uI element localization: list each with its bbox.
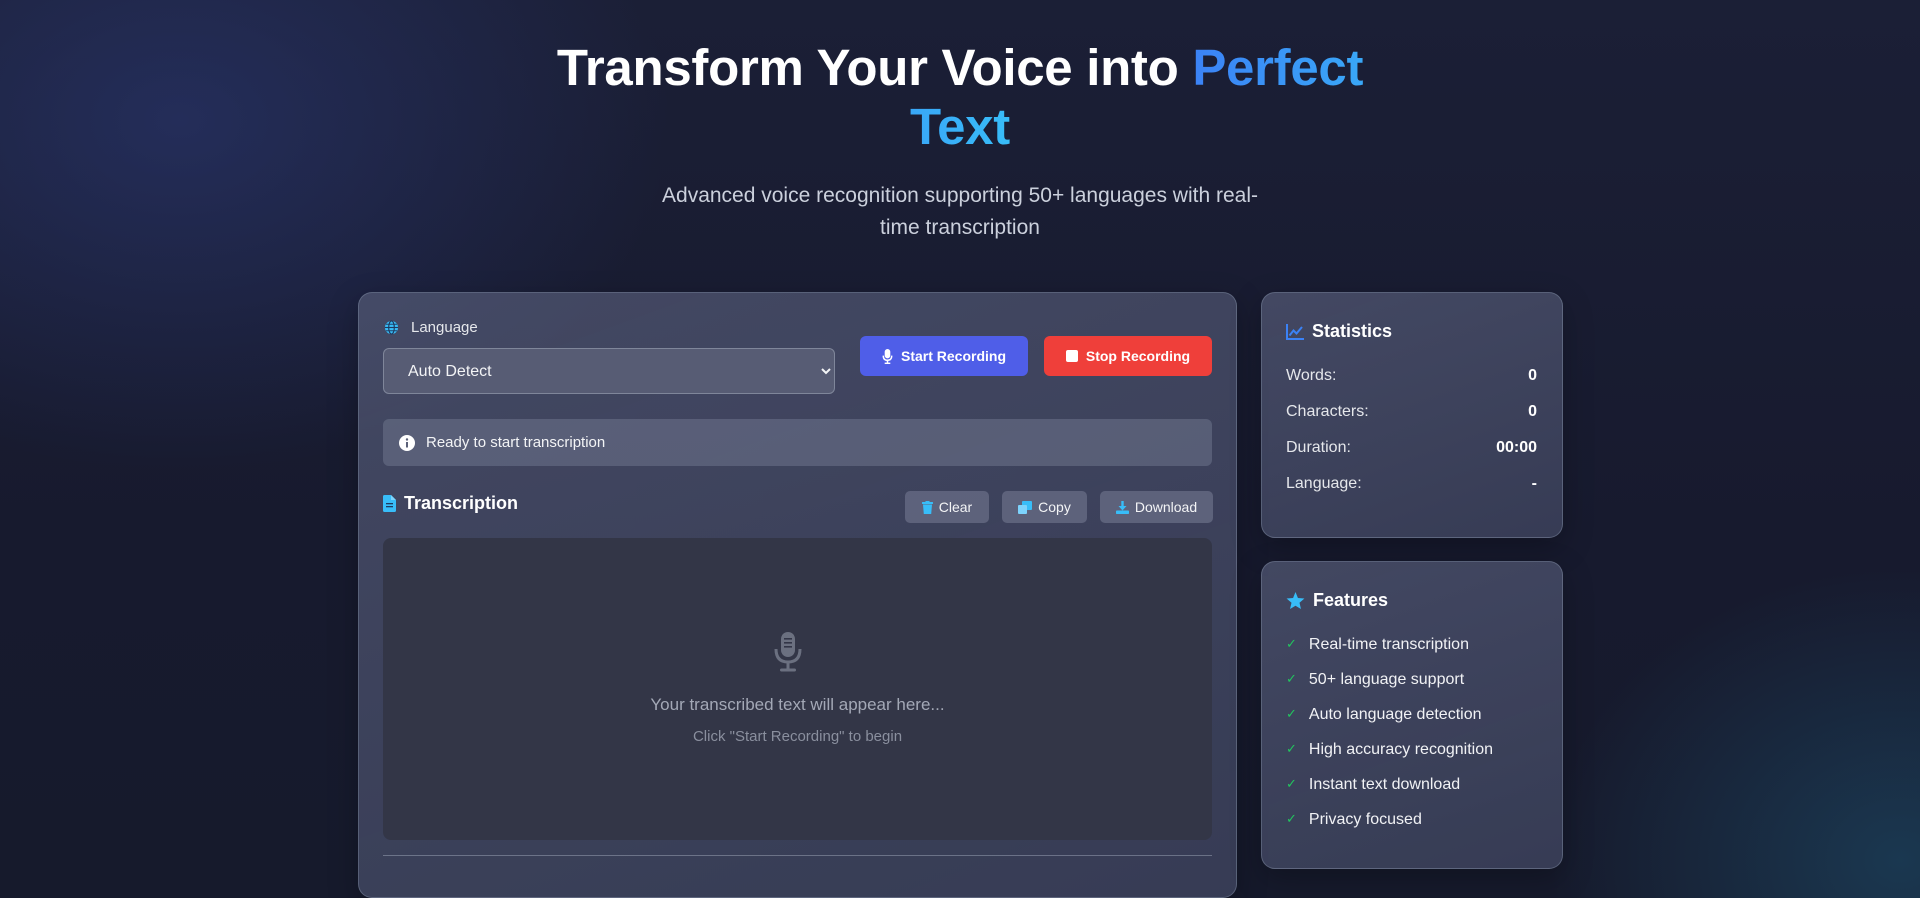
statistics-panel: Statistics Words: 0 Characters: 0 Durati…	[1261, 292, 1563, 538]
download-button[interactable]: Download	[1100, 491, 1213, 523]
feature-item: ✓ Privacy focused	[1286, 811, 1493, 846]
stop-square-icon	[1065, 350, 1078, 362]
stat-value: 0	[1528, 403, 1537, 420]
features-list: ✓ Real-time transcription ✓ 50+ language s…	[1286, 636, 1493, 846]
feature-item: ✓ High accuracy recognition	[1286, 741, 1493, 776]
stat-label: Language:	[1286, 475, 1362, 492]
transcriber-panel: Language Auto Detect Start Recording Sto…	[358, 292, 1237, 898]
status-bar: Ready to start transcription	[383, 419, 1212, 466]
hero-title: Transform Your Voice into Perfect Text	[510, 38, 1410, 156]
trash-icon	[921, 500, 933, 514]
stat-value: -	[1531, 475, 1537, 492]
stat-label: Characters:	[1286, 403, 1369, 420]
status-text: Ready to start transcription	[426, 434, 606, 451]
stat-label: Duration:	[1286, 439, 1351, 456]
stat-duration: Duration: 00:00	[1286, 439, 1537, 457]
star-icon	[1286, 591, 1305, 609]
check-icon: ✓	[1286, 706, 1297, 721]
feature-item: ✓ Real-time transcription	[1286, 636, 1493, 671]
microphone-icon	[882, 348, 893, 364]
feature-label: Instant text download	[1308, 776, 1461, 793]
info-icon	[399, 434, 415, 451]
microphone-icon	[774, 632, 802, 672]
hero-subtitle: Advanced voice recognition supporting 50…	[662, 184, 1258, 239]
stat-characters: Characters: 0	[1286, 403, 1537, 421]
feature-label: Privacy focused	[1308, 811, 1422, 828]
globe-icon	[384, 320, 399, 335]
copy-label: Copy	[1038, 499, 1071, 515]
feature-item: ✓ Instant text download	[1286, 776, 1493, 811]
clear-label: Clear	[938, 499, 973, 515]
feature-label: High accuracy recognition	[1308, 741, 1493, 758]
transcription-title: Transcription	[404, 493, 519, 513]
clear-button[interactable]: Clear	[905, 491, 989, 523]
feature-label: Real-time transcription	[1308, 636, 1469, 653]
features-title: Features	[1313, 590, 1389, 610]
chart-line-icon	[1286, 323, 1304, 340]
feature-label: 50+ language support	[1308, 671, 1465, 688]
features-panel: Features ✓ Real-time transcription ✓ 50+ l…	[1261, 561, 1563, 869]
statistics-title: Statistics	[1312, 321, 1393, 341]
divider	[383, 855, 1212, 856]
feature-item: ✓ 50+ language support	[1286, 671, 1493, 706]
start-recording-button[interactable]: Start Recording	[860, 336, 1028, 376]
feature-label: Auto language detection	[1308, 706, 1482, 723]
language-label: Language	[384, 319, 478, 336]
download-label: Download	[1134, 499, 1198, 515]
check-icon: ✓	[1286, 776, 1297, 791]
transcription-output[interactable]: Your transcribed text will appear here..…	[383, 538, 1212, 840]
copy-icon	[1018, 500, 1033, 514]
stat-label: Words:	[1286, 367, 1337, 384]
placeholder-sub-text: Click "Start Recording" to begin	[692, 728, 903, 745]
stat-value: 0	[1528, 367, 1537, 384]
stop-recording-label: Stop Recording	[1085, 348, 1191, 364]
start-recording-label: Start Recording	[900, 348, 1006, 364]
hero-title-main: Transform Your Voice into	[556, 39, 1193, 96]
statistics-heading: Statistics	[1286, 321, 1392, 342]
language-select[interactable]: Auto Detect	[383, 348, 835, 394]
document-icon	[383, 495, 396, 512]
check-icon: ✓	[1286, 636, 1297, 651]
copy-button[interactable]: Copy	[1002, 491, 1087, 523]
feature-item: ✓ Auto language detection	[1286, 706, 1493, 741]
stat-words: Words: 0	[1286, 367, 1537, 385]
stop-recording-button[interactable]: Stop Recording	[1044, 336, 1212, 376]
stat-value: 00:00	[1496, 439, 1537, 456]
features-heading: Features	[1286, 590, 1388, 611]
placeholder-main-text: Your transcribed text will appear here..…	[650, 695, 945, 714]
stat-language: Language: -	[1286, 475, 1537, 493]
language-label-text: Language	[411, 319, 478, 336]
download-icon	[1115, 500, 1129, 514]
check-icon: ✓	[1286, 811, 1297, 826]
check-icon: ✓	[1286, 671, 1297, 686]
transcription-heading: Transcription	[383, 493, 518, 514]
check-icon: ✓	[1286, 741, 1297, 756]
